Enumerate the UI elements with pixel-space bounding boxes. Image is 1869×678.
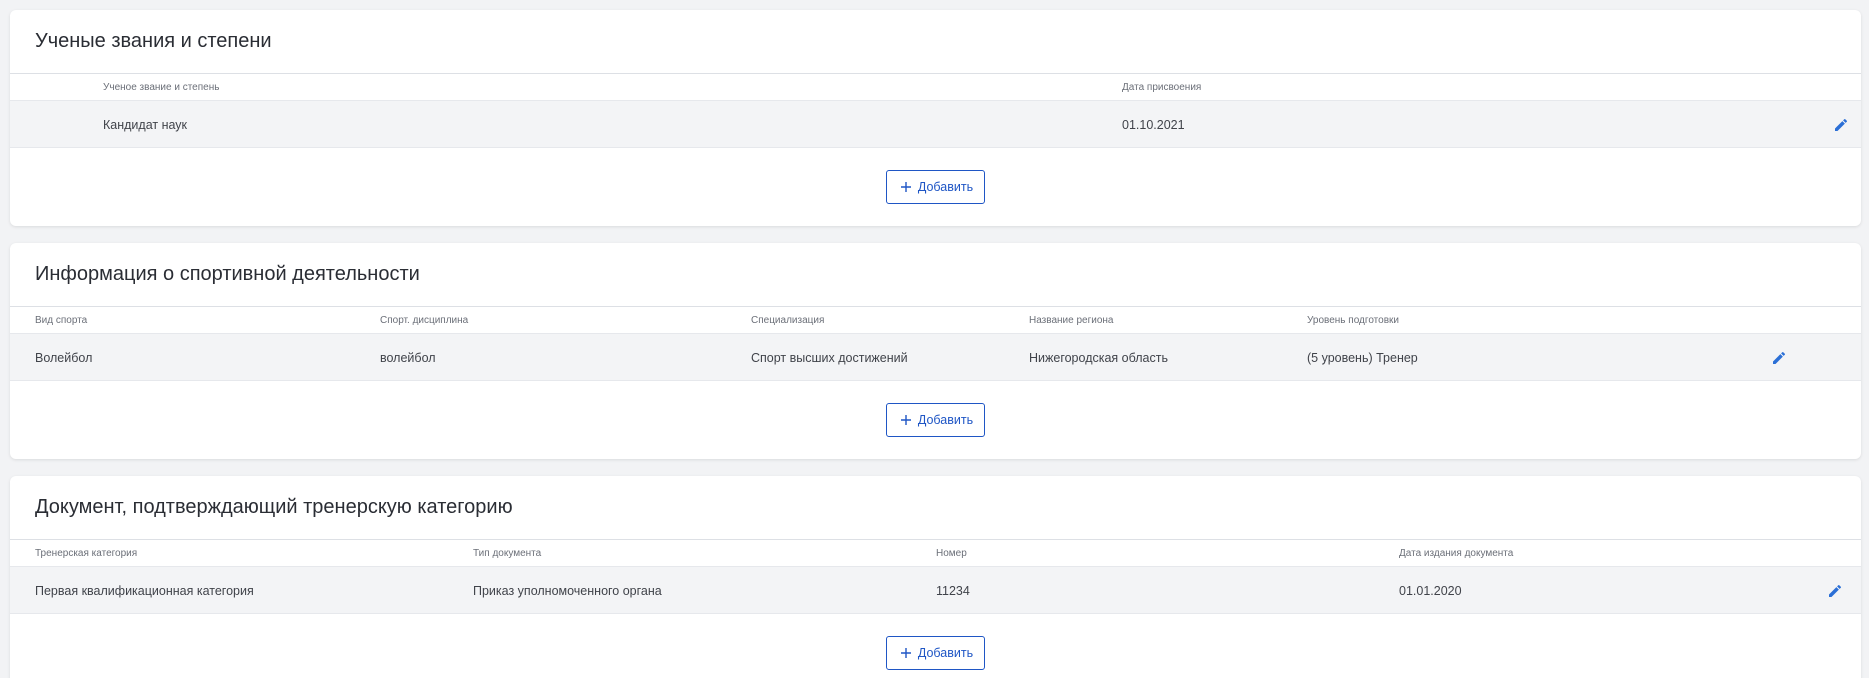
plus-icon [900, 415, 911, 425]
column-header-region: Название региона [1029, 315, 1114, 326]
section-title: Информация о спортивной деятельности [10, 243, 1861, 307]
table-row[interactable]: Первая квалификационная категория Приказ… [10, 566, 1861, 614]
cell-number: 11234 [936, 584, 970, 598]
cell-region: Нижегородская область [1029, 351, 1168, 365]
academic-degrees-card: Ученые звания и степени Ученое звание и … [10, 10, 1861, 226]
add-button-label: Добавить [917, 413, 974, 427]
add-button-row: Добавить [10, 614, 1861, 678]
column-header-category: Тренерская категория [35, 548, 138, 559]
section-title: Ученые звания и степени [10, 10, 1861, 74]
section-title: Документ, подтверждающий тренерскую кате… [10, 476, 1861, 540]
plus-icon [900, 182, 911, 192]
pencil-icon[interactable] [1771, 350, 1787, 366]
coach-category-document-card: Документ, подтверждающий тренерскую кате… [10, 476, 1861, 678]
table-header: Вид спорта Спорт. дисциплина Специализац… [10, 307, 1861, 333]
column-header-doc-type: Тип документа [473, 548, 542, 559]
plus-icon [900, 648, 911, 658]
table-header: Ученое звание и степень Дата присвоения [10, 74, 1861, 100]
column-header-discipline: Спорт. дисциплина [380, 315, 469, 326]
add-button[interactable]: Добавить [885, 636, 986, 670]
table-row[interactable]: Волейбол волейбол Спорт высших достижени… [10, 333, 1861, 381]
table-header: Тренерская категория Тип документа Номер… [10, 540, 1861, 566]
cell-degree: Кандидат наук [103, 118, 188, 132]
cell-issue-date: 01.01.2020 [1399, 584, 1462, 598]
cell-level: (5 уровень) Тренер [1307, 351, 1418, 365]
add-button[interactable]: Добавить [885, 403, 986, 437]
add-button-label: Добавить [917, 180, 974, 194]
column-header-date: Дата присвоения [1122, 82, 1202, 93]
sports-activity-card: Информация о спортивной деятельности Вид… [10, 243, 1861, 459]
table-row[interactable]: Кандидат наук 01.10.2021 [10, 100, 1861, 148]
cell-specialization: Спорт высших достижений [751, 351, 908, 365]
cell-category: Первая квалификационная категория [35, 584, 254, 598]
add-button-row: Добавить [10, 148, 1861, 226]
column-header-degree: Ученое звание и степень [103, 82, 220, 93]
column-header-specialization: Специализация [751, 315, 825, 326]
column-header-issue-date: Дата издания документа [1399, 548, 1514, 559]
add-button[interactable]: Добавить [885, 170, 986, 204]
column-header-level: Уровень подготовки [1307, 315, 1399, 326]
cell-date: 01.10.2021 [1122, 118, 1185, 132]
cell-doc-type: Приказ уполномоченного органа [473, 584, 662, 598]
pencil-icon[interactable] [1833, 117, 1849, 133]
column-header-number: Номер [936, 548, 967, 559]
cell-sport: Волейбол [35, 351, 93, 365]
add-button-label: Добавить [917, 646, 974, 660]
pencil-icon[interactable] [1827, 583, 1843, 599]
page: Ученые звания и степени Ученое звание и … [0, 0, 1869, 678]
column-header-sport: Вид спорта [35, 315, 88, 326]
add-button-row: Добавить [10, 381, 1861, 459]
cell-discipline: волейбол [380, 351, 436, 365]
